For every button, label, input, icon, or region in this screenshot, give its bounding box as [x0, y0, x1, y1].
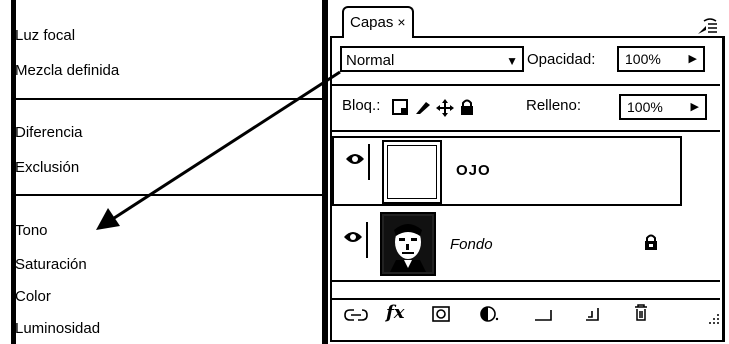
annotation-arrow: [96, 70, 341, 230]
